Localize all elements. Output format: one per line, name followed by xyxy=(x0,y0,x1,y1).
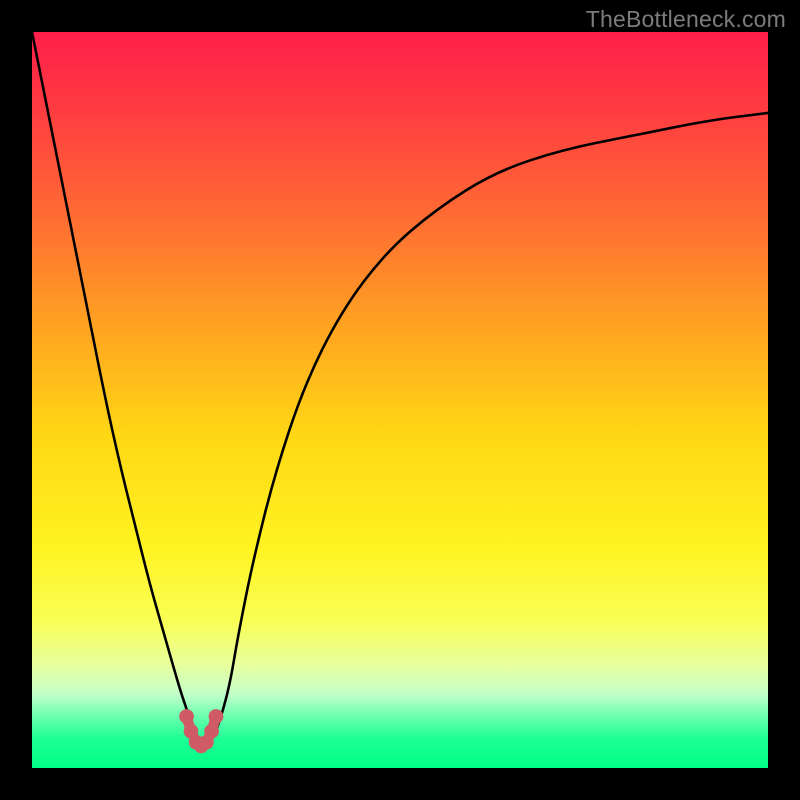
plot-area xyxy=(32,32,768,768)
watermark-text: TheBottleneck.com xyxy=(586,6,786,33)
chart-frame: TheBottleneck.com xyxy=(0,0,800,800)
bottleneck-minimum-dot xyxy=(209,709,224,724)
bottleneck-curve xyxy=(32,32,768,746)
bottleneck-minimum-markers xyxy=(179,709,223,753)
curves-layer xyxy=(32,32,768,768)
bottleneck-minimum-dot xyxy=(179,709,194,724)
bottleneck-minimum-dot xyxy=(204,724,219,739)
